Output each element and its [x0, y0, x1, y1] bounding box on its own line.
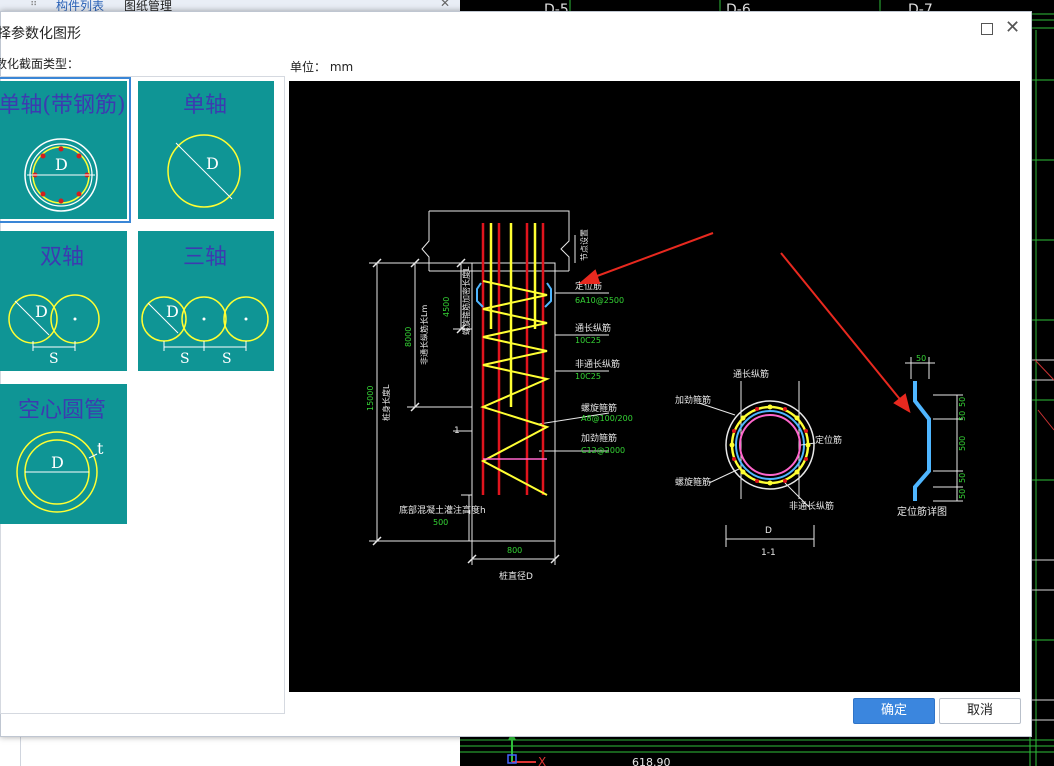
- svg-text:1-1: 1-1: [761, 548, 776, 558]
- svg-text:15000: 15000: [366, 386, 375, 411]
- close-icon[interactable]: ✕: [440, 0, 450, 10]
- annotation-arrows: [578, 232, 911, 414]
- svg-text:D: D: [206, 154, 219, 173]
- svg-text:C12@2000: C12@2000: [581, 446, 625, 455]
- svg-text:1: 1: [454, 426, 460, 436]
- svg-text:4500: 4500: [442, 297, 451, 317]
- shape-preview: 定位筋 通长纵筋 非通长纵筋 螺旋箍筋 加劲箍筋 底部混凝土灌注高度h 桩直径D…: [289, 81, 1020, 692]
- type-label: 单轴: [182, 93, 227, 118]
- svg-text:桩直径D: 桩直径D: [499, 570, 533, 582]
- type-hollow-pipe[interactable]: D t 空心圆管: [0, 382, 131, 528]
- unit-label: 单位： mm: [290, 60, 354, 74]
- section-type-label: 数化截面类型：: [0, 57, 80, 71]
- type-triple-axis[interactable]: D S S 三轴: [136, 229, 274, 375]
- svg-text:800: 800: [507, 546, 522, 555]
- type-label: 空心圆管: [17, 398, 106, 423]
- svg-text:50: 50: [958, 411, 967, 421]
- svg-text:500: 500: [433, 518, 448, 527]
- type-label: 单轴(带钢筋): [0, 93, 126, 118]
- svg-text:D: D: [55, 155, 68, 174]
- cad-bottom-value: 618.90: [632, 756, 671, 766]
- svg-text:8000: 8000: [404, 327, 413, 347]
- svg-text:通长纵筋: 通长纵筋: [733, 368, 769, 380]
- svg-text:50: 50: [916, 354, 926, 363]
- svg-text:D: D: [765, 526, 772, 536]
- svg-text:螺旋箍筋加密长度L: 螺旋箍筋加密长度L: [461, 266, 471, 335]
- svg-text:螺旋箍筋: 螺旋箍筋: [581, 402, 617, 414]
- svg-text:D: D: [35, 302, 48, 321]
- svg-text:50: 50: [958, 397, 967, 407]
- type-double-axis[interactable]: D S 双轴: [0, 229, 131, 375]
- svg-text:加劲箍筋: 加劲箍筋: [675, 394, 711, 406]
- pile-rebar-drawing: 定位筋 通长纵筋 非通长纵筋 螺旋箍筋 加劲箍筋 底部混凝土灌注高度h 桩直径D…: [366, 210, 967, 582]
- type-single-axis[interactable]: D 单轴: [136, 77, 274, 223]
- maximize-icon[interactable]: [981, 23, 993, 35]
- svg-text:非通长纵筋长Lm: 非通长纵筋长Lm: [419, 305, 429, 365]
- ok-button[interactable]: 确定: [853, 698, 935, 724]
- svg-text:10C25: 10C25: [575, 336, 601, 345]
- svg-text:50: 50: [958, 473, 967, 483]
- svg-text:非通长纵筋: 非通长纵筋: [575, 358, 620, 370]
- svg-text:D: D: [166, 302, 179, 321]
- svg-text:S: S: [49, 351, 59, 367]
- type-single-axis-with-rebar[interactable]: D 单轴(带钢筋): [0, 77, 131, 223]
- svg-text:t: t: [97, 439, 104, 458]
- section-type-list: D 单轴(带钢筋) D 单轴 D S 双轴 D S S 三轴 D t 空心圆管: [0, 76, 285, 714]
- svg-text:A8@100/200: A8@100/200: [581, 414, 633, 423]
- svg-text:节点设置: 节点设置: [579, 229, 589, 261]
- svg-text:50: 50: [958, 489, 967, 499]
- type-label: 双轴: [39, 245, 84, 270]
- cancel-button[interactable]: 取消: [939, 698, 1021, 724]
- svg-text:底部混凝土灌注高度h: 底部混凝土灌注高度h: [399, 504, 486, 516]
- svg-text:螺旋箍筋: 螺旋箍筋: [675, 476, 711, 488]
- close-icon[interactable]: ✕: [1005, 17, 1020, 38]
- svg-text:X: X: [538, 755, 546, 766]
- dialog-title: 择参数化图形: [0, 26, 81, 42]
- svg-text:S: S: [222, 351, 232, 367]
- svg-text:桩身长度L: 桩身长度L: [381, 384, 391, 421]
- parametric-shape-dialog: 择参数化图形 ✕ 数化截面类型： 单位： mm D 单轴(带钢筋) D 单轴 D…: [0, 11, 1032, 737]
- svg-text:6A10@2500: 6A10@2500: [575, 296, 624, 305]
- svg-text:通长纵筋: 通长纵筋: [575, 322, 611, 334]
- svg-text:非通长纵筋: 非通长纵筋: [789, 500, 834, 512]
- ucs-axis-icon: X: [507, 732, 546, 766]
- svg-text:S: S: [180, 351, 190, 367]
- svg-text:定位筋详图: 定位筋详图: [897, 505, 947, 518]
- svg-text:10C25: 10C25: [575, 372, 601, 381]
- type-label: 三轴: [182, 245, 227, 270]
- svg-text:500: 500: [958, 436, 967, 451]
- svg-text:定位筋: 定位筋: [815, 434, 842, 446]
- drag-grip-icon[interactable]: ⠿: [30, 0, 37, 9]
- svg-text:D: D: [51, 453, 64, 472]
- svg-text:加劲箍筋: 加劲箍筋: [581, 432, 617, 444]
